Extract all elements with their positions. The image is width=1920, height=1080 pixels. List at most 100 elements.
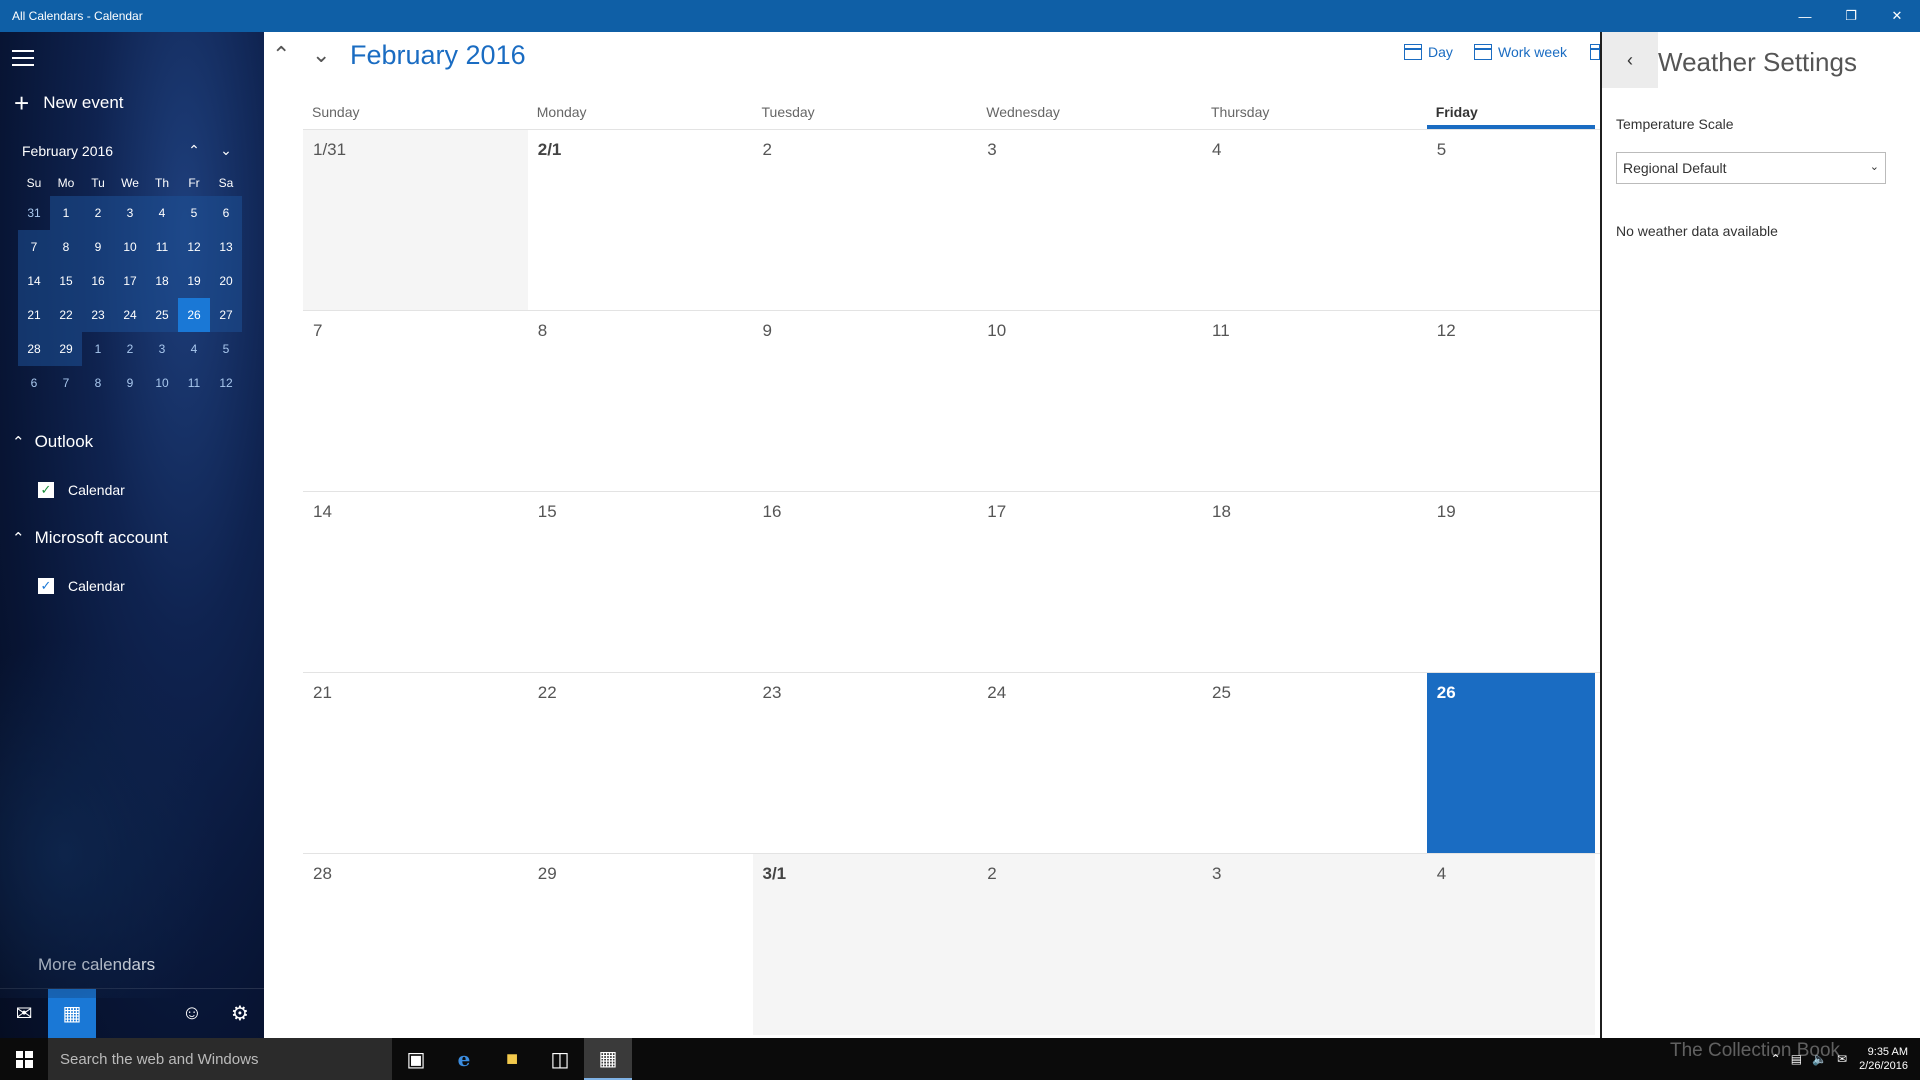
group-microsoft-account[interactable]: ⌃ Microsoft account xyxy=(12,528,168,548)
day-cell[interactable]: 2 xyxy=(977,854,1202,1035)
mini-day[interactable]: 6 xyxy=(210,196,242,230)
mini-day[interactable]: 13 xyxy=(210,230,242,264)
day-cell[interactable]: 24 xyxy=(977,673,1202,853)
temperature-scale-select[interactable]: Regional Default ⌄ xyxy=(1616,152,1886,184)
mini-day[interactable]: 9 xyxy=(82,230,114,264)
mini-calendar-month[interactable]: February 2016 xyxy=(22,143,178,159)
day-cell[interactable]: 9 xyxy=(753,311,978,491)
work-week-view-button[interactable]: Work week xyxy=(1474,44,1567,60)
day-cell[interactable]: 3 xyxy=(1202,854,1427,1035)
day-cell[interactable]: 19 xyxy=(1427,492,1595,672)
file-explorer-icon[interactable]: ■ xyxy=(488,1038,536,1080)
day-cell[interactable]: 29 xyxy=(528,854,753,1035)
mini-day[interactable]: 29 xyxy=(50,332,82,366)
chevron-up-icon[interactable]: ⌃ xyxy=(178,142,210,159)
mini-day[interactable]: 4 xyxy=(178,332,210,366)
mail-icon[interactable]: ✉ xyxy=(0,989,48,1039)
mini-day-today[interactable]: 26 xyxy=(178,298,210,332)
day-cell[interactable]: 2 xyxy=(753,130,978,310)
mini-day[interactable]: 1 xyxy=(50,196,82,230)
gear-icon[interactable]: ⚙ xyxy=(216,989,264,1039)
volume-icon[interactable]: 🔈 xyxy=(1812,1052,1827,1066)
calendar-icon[interactable]: ▦ xyxy=(48,988,96,1038)
day-cell[interactable]: 1/31 xyxy=(303,130,528,310)
mini-day[interactable]: 6 xyxy=(18,366,50,400)
mini-day[interactable]: 8 xyxy=(82,366,114,400)
checkbox-checked-icon[interactable]: ✓ xyxy=(38,578,54,594)
mini-day[interactable]: 15 xyxy=(50,264,82,298)
day-cell[interactable]: 11 xyxy=(1202,311,1427,491)
day-cell[interactable]: 3/1 xyxy=(752,854,978,1035)
day-cell[interactable]: 15 xyxy=(528,492,753,672)
mini-day[interactable]: 25 xyxy=(146,298,178,332)
checkbox-checked-icon[interactable]: ✓ xyxy=(38,482,54,498)
day-cell[interactable]: 21 xyxy=(303,673,528,853)
hamburger-menu-icon[interactable] xyxy=(12,50,34,66)
start-button[interactable] xyxy=(0,1038,48,1080)
day-cell[interactable]: 8 xyxy=(528,311,753,491)
minimize-button[interactable]: — xyxy=(1782,0,1828,32)
mini-day[interactable]: 7 xyxy=(18,230,50,264)
day-cell[interactable]: 5 xyxy=(1427,130,1595,310)
mini-day[interactable]: 14 xyxy=(18,264,50,298)
clock[interactable]: 9:35 AM 2/26/2016 xyxy=(1859,1045,1920,1073)
mini-day[interactable]: 22 xyxy=(50,298,82,332)
mini-day[interactable]: 8 xyxy=(50,230,82,264)
mini-day[interactable]: 5 xyxy=(178,196,210,230)
day-cell[interactable]: 2/1 xyxy=(528,130,753,310)
mini-day[interactable]: 23 xyxy=(82,298,114,332)
day-cell[interactable]: 16 xyxy=(753,492,978,672)
day-cell[interactable]: 28 xyxy=(303,854,528,1035)
day-cell[interactable]: 3 xyxy=(977,130,1202,310)
taskbar-search[interactable]: Search the web and Windows xyxy=(48,1038,392,1080)
chevron-down-icon[interactable]: ⌄ xyxy=(210,142,242,159)
day-cell[interactable]: 4 xyxy=(1426,854,1595,1035)
restore-button[interactable]: ❐ xyxy=(1828,0,1874,32)
mini-day[interactable]: 10 xyxy=(146,366,178,400)
mini-day[interactable]: 1 xyxy=(82,332,114,366)
month-title[interactable]: February 2016 xyxy=(350,40,526,71)
mini-day[interactable]: 31 xyxy=(18,196,50,230)
previous-month-icon[interactable]: ⌃ xyxy=(272,42,290,68)
mini-day[interactable]: 19 xyxy=(178,264,210,298)
day-cell[interactable]: 4 xyxy=(1202,130,1427,310)
day-cell[interactable]: 10 xyxy=(977,311,1202,491)
day-view-button[interactable]: Day xyxy=(1404,44,1453,60)
day-cell[interactable]: 23 xyxy=(753,673,978,853)
task-view-icon[interactable]: ▣ xyxy=(392,1038,440,1080)
mini-day[interactable]: 10 xyxy=(114,230,146,264)
day-cell[interactable]: 14 xyxy=(303,492,528,672)
store-icon[interactable]: ◫ xyxy=(536,1038,584,1080)
day-cell-today[interactable]: 26 xyxy=(1426,673,1595,853)
day-cell[interactable]: 7 xyxy=(303,311,528,491)
day-cell[interactable]: 22 xyxy=(528,673,753,853)
mini-day[interactable]: 3 xyxy=(114,196,146,230)
group-outlook[interactable]: ⌃ Outlook xyxy=(12,432,93,452)
mini-day[interactable]: 18 xyxy=(146,264,178,298)
day-cell[interactable]: 17 xyxy=(977,492,1202,672)
mini-day[interactable]: 20 xyxy=(210,264,242,298)
mini-day[interactable]: 28 xyxy=(18,332,50,366)
mini-day[interactable]: 24 xyxy=(114,298,146,332)
calendar-app-icon[interactable]: ▦ xyxy=(584,1038,632,1080)
mini-day[interactable]: 11 xyxy=(146,230,178,264)
new-event-button[interactable]: + New event xyxy=(14,90,124,116)
chevron-up-icon[interactable]: ⌃ xyxy=(1771,1052,1781,1066)
back-arrow-icon[interactable]: ‹ xyxy=(1602,32,1658,88)
notifications-icon[interactable]: ✉ xyxy=(1837,1052,1847,1066)
day-cell[interactable]: 12 xyxy=(1427,311,1595,491)
more-calendars-link[interactable]: More calendars xyxy=(38,955,155,975)
mini-day[interactable]: 9 xyxy=(114,366,146,400)
calendar-item-microsoft[interactable]: ✓ Calendar xyxy=(38,578,125,594)
feedback-smiley-icon[interactable]: ☺ xyxy=(168,989,216,1039)
mini-day[interactable]: 2 xyxy=(82,196,114,230)
calendar-item-outlook[interactable]: ✓ Calendar xyxy=(38,482,125,498)
mini-day[interactable]: 17 xyxy=(114,264,146,298)
mini-day[interactable]: 3 xyxy=(146,332,178,366)
close-button[interactable]: ✕ xyxy=(1874,0,1920,32)
mini-day[interactable]: 5 xyxy=(210,332,242,366)
edge-browser-icon[interactable]: e xyxy=(440,1038,488,1080)
mini-day[interactable]: 21 xyxy=(18,298,50,332)
mini-day[interactable]: 11 xyxy=(178,366,210,400)
mini-day[interactable]: 12 xyxy=(178,230,210,264)
